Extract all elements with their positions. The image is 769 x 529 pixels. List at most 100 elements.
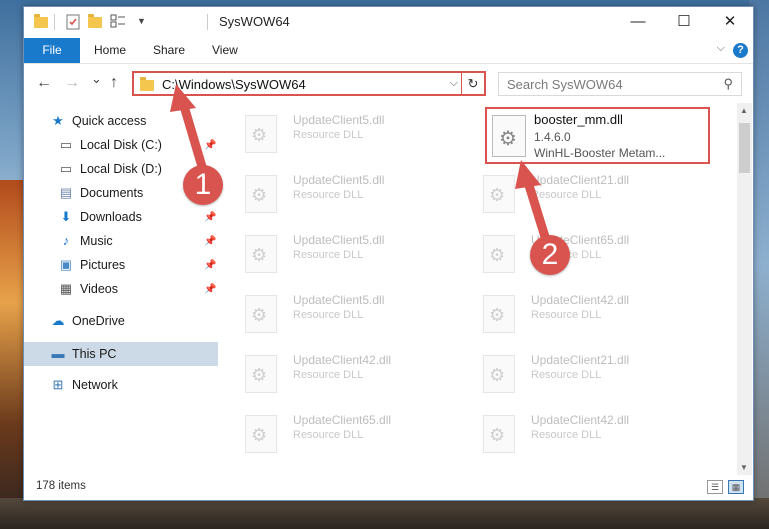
sidebar-item-music[interactable]: ♪ Music	[58, 230, 113, 252]
gear-icon: ⚙	[489, 305, 506, 325]
divider	[207, 14, 208, 30]
minimize-button[interactable]: —	[615, 7, 661, 37]
navigation-bar: ← → ⌄ ↑ C:\Windows\SysWOW64 ⌵ ↻ Search S…	[24, 69, 753, 99]
address-path[interactable]: C:\Windows\SysWOW64	[162, 77, 306, 92]
videos-icon: ▦	[59, 281, 73, 296]
navigation-pane: ★ Quick access ▭ Local Disk (C:) 📌 ▭ Local …	[24, 103, 219, 479]
list-item[interactable]: ⚙ UpdateClient5.dll Resource DLL	[237, 287, 457, 339]
gear-icon: ⚙	[489, 365, 506, 385]
list-item[interactable]: ⚙ UpdateClient42.dll Resource DLL	[237, 347, 457, 399]
folder-icon	[34, 14, 48, 30]
scroll-up-icon[interactable]: ▲	[740, 106, 748, 115]
customize-toolbar-icon[interactable]	[110, 14, 126, 30]
gear-icon: ⚙	[251, 245, 268, 265]
sidebar-item-local-disk-d[interactable]: ▭ Local Disk (D:)	[58, 158, 162, 180]
sidebar-item-local-disk-c[interactable]: ▭ Local Disk (C:)	[58, 134, 162, 156]
status-bar: 178 items ☰ ▦	[24, 475, 753, 499]
search-icon[interactable]: ⚲	[723, 76, 733, 92]
quick-access-dropdown-icon[interactable]: ▼	[137, 16, 146, 32]
gear-icon: ⚙	[489, 245, 506, 265]
download-icon: ⬇	[60, 209, 72, 224]
gear-icon: ⚙	[489, 185, 506, 205]
list-item[interactable]: ⚙ UpdateClient21.dll Resource DLL	[475, 167, 695, 219]
file-explorer-window: ▼ SysWOW64 — ☐ ✕ File Home Share View ⌵ …	[23, 6, 754, 501]
documents-icon: ▤	[59, 185, 73, 200]
annotation-step-2: 2	[530, 235, 570, 275]
gear-icon: ⚙	[251, 425, 268, 445]
sidebar-item-downloads[interactable]: ⬇ Downloads	[58, 206, 142, 228]
sidebar-item-onedrive[interactable]: ☁ OneDrive	[50, 310, 125, 332]
cloud-icon: ☁	[51, 313, 65, 328]
sidebar-item-videos[interactable]: ▦ Videos	[58, 278, 118, 300]
gear-icon: ⚙	[499, 128, 517, 150]
window-title: SysWOW64	[219, 14, 290, 29]
up-button[interactable]: ↑	[110, 74, 118, 92]
gear-icon: ⚙	[251, 125, 268, 145]
list-item[interactable]: ⚙ UpdateClient5.dll Resource DLL	[237, 107, 457, 159]
tab-share[interactable]: Share	[153, 38, 185, 63]
maximize-button[interactable]: ☐	[661, 7, 707, 37]
divider	[54, 14, 55, 30]
tab-file[interactable]: File	[24, 38, 80, 63]
list-item[interactable]: ⚙ UpdateClient5.dll Resource DLL	[237, 167, 457, 219]
pin-icon[interactable]: 📌	[204, 284, 216, 295]
tab-home[interactable]: Home	[94, 38, 126, 63]
sidebar-item-documents[interactable]: ▤ Documents	[58, 182, 143, 204]
list-item[interactable]: ⚙ UpdateClient65.dll Resource DLL	[475, 227, 695, 279]
scroll-down-icon[interactable]: ▼	[740, 463, 748, 472]
file-description: WinHL-Booster Metam...	[534, 146, 666, 160]
list-item[interactable]: ⚙ UpdateClient42.dll Resource DLL	[475, 287, 695, 339]
music-icon: ♪	[62, 233, 70, 248]
sidebar-item-network[interactable]: ⊞ Network	[50, 374, 118, 396]
gear-icon: ⚙	[251, 305, 268, 325]
highlighted-file-booster-mm[interactable]: ⚙ booster_mm.dll 1.4.6.0 WinHL-Booster M…	[485, 107, 710, 164]
help-icon[interactable]: ?	[733, 43, 748, 58]
properties-icon[interactable]	[66, 14, 80, 30]
drive-icon: ▭	[59, 137, 73, 152]
list-item[interactable]: ⚙ UpdateClient65.dll Resource DLL	[237, 407, 457, 459]
search-box[interactable]: Search SysWOW64 ⚲	[498, 72, 742, 96]
item-count: 178 items	[36, 480, 86, 492]
pin-icon[interactable]: 📌	[204, 140, 216, 151]
pin-icon[interactable]: 📌	[204, 212, 216, 223]
network-icon: ⊞	[52, 377, 64, 392]
list-item[interactable]: ⚙ UpdateClient5.dll Resource DLL	[237, 227, 457, 279]
tab-view[interactable]: View	[212, 38, 238, 63]
sidebar-item-quick-access[interactable]: ★ Quick access	[50, 110, 146, 132]
list-item[interactable]: ⚙ UpdateClient42.dll Resource DLL	[475, 407, 695, 459]
large-icons-view-icon[interactable]: ▦	[728, 480, 744, 494]
file-list: ⚙ UpdateClient5.dll Resource DLL ⚙ Updat…	[237, 103, 733, 475]
sidebar-item-this-pc[interactable]: ▬ This PC	[50, 343, 117, 365]
recent-locations-button[interactable]: ⌄	[91, 71, 102, 87]
computer-icon: ▬	[51, 346, 65, 361]
address-bar[interactable]: C:\Windows\SysWOW64 ⌵ ↻	[132, 71, 486, 96]
file-name: booster_mm.dll	[534, 112, 623, 127]
new-folder-icon[interactable]	[88, 14, 102, 30]
star-icon: ★	[52, 113, 64, 128]
vertical-scrollbar[interactable]: ▲ ▼	[737, 103, 752, 475]
back-button[interactable]: ←	[36, 74, 52, 92]
search-input[interactable]: Search SysWOW64	[507, 77, 623, 92]
close-button[interactable]: ✕	[707, 7, 753, 37]
sidebar-item-pictures[interactable]: ▣ Pictures	[58, 254, 125, 276]
forward-button[interactable]: →	[64, 74, 80, 92]
scrollbar-thumb[interactable]	[739, 123, 750, 173]
folder-icon	[140, 77, 154, 91]
ribbon-tabs: File Home Share View ⌵ ?	[24, 38, 753, 64]
gear-icon: ⚙	[251, 365, 268, 385]
details-view-icon[interactable]: ☰	[707, 480, 723, 494]
ribbon-expand-icon[interactable]: ⌵	[717, 42, 725, 55]
address-dropdown-icon[interactable]: ⌵	[450, 77, 458, 90]
list-item[interactable]: ⚙ UpdateClient21.dll Resource DLL	[475, 347, 695, 399]
gear-icon: ⚙	[251, 185, 268, 205]
refresh-button[interactable]: ↻	[461, 73, 484, 94]
annotation-step-1: 1	[183, 165, 223, 205]
pin-icon[interactable]: 📌	[204, 260, 216, 271]
file-version: 1.4.6.0	[534, 130, 571, 144]
drive-icon: ▭	[59, 161, 73, 176]
pin-icon[interactable]: 📌	[204, 236, 216, 247]
pictures-icon: ▣	[59, 257, 73, 272]
desktop-wallpaper-bottom	[0, 498, 769, 529]
title-bar: ▼ SysWOW64 — ☐ ✕	[24, 7, 753, 37]
gear-icon: ⚙	[489, 425, 506, 445]
